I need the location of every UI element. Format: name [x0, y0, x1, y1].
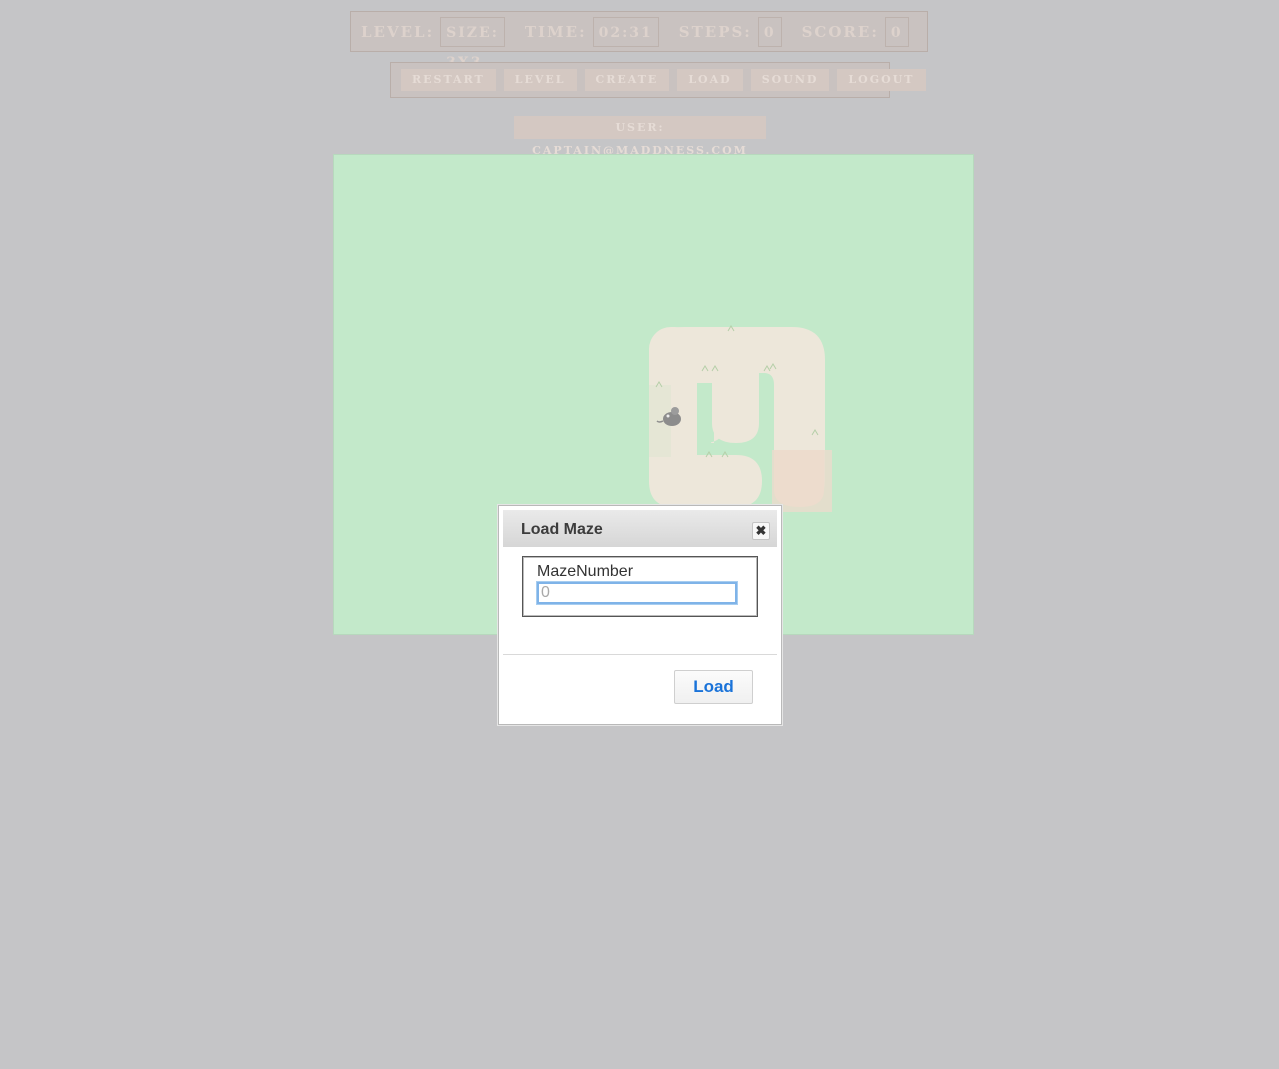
maze-path-bottom [649, 455, 762, 507]
load-toolbar-button[interactable]: LOAD [677, 69, 743, 91]
maze-number-fieldset: MazeNumber [522, 556, 758, 617]
load-maze-dialog: Load Maze ✖ MazeNumber Load [498, 505, 782, 725]
dialog-header: Load Maze ✖ [503, 510, 777, 547]
steps-label: STEPS: [678, 22, 752, 41]
level-button[interactable]: LEVEL [503, 69, 577, 91]
sound-button[interactable]: SOUND [750, 69, 830, 91]
close-icon[interactable]: ✖ [752, 522, 770, 540]
maze-number-input[interactable] [536, 581, 738, 605]
logout-button[interactable]: LOGOUT [837, 69, 926, 91]
score-value: 0 [884, 16, 909, 47]
create-button[interactable]: CREATE [584, 69, 670, 91]
user-badge: USER: CAPTAIN@MADDNESS.COM [514, 116, 766, 157]
level-label: LEVEL: [361, 22, 435, 41]
score-label: SCORE: [801, 22, 879, 41]
time-value: 02:31 [592, 16, 659, 47]
dialog-divider [503, 654, 777, 655]
dialog-title: Load Maze [521, 521, 603, 538]
time-label: TIME: [524, 22, 587, 41]
toolbar: RESTART LEVEL CREATE LOAD SOUND LOGOUT [390, 62, 926, 98]
load-button[interactable]: Load [674, 670, 753, 704]
steps-value: 0 [757, 16, 782, 47]
maze-number-label: MazeNumber [537, 563, 634, 580]
size-value: SIZE: 3X3 [440, 16, 505, 71]
maze-path-inner [712, 373, 759, 443]
restart-button[interactable]: RESTART [401, 69, 496, 91]
maze-exit-path [774, 450, 824, 507]
maze-wall-gap [697, 385, 711, 453]
stats-bar: LEVEL: SIZE: 3X3 TIME: 02:31 STEPS: 0 SC… [350, 11, 928, 71]
